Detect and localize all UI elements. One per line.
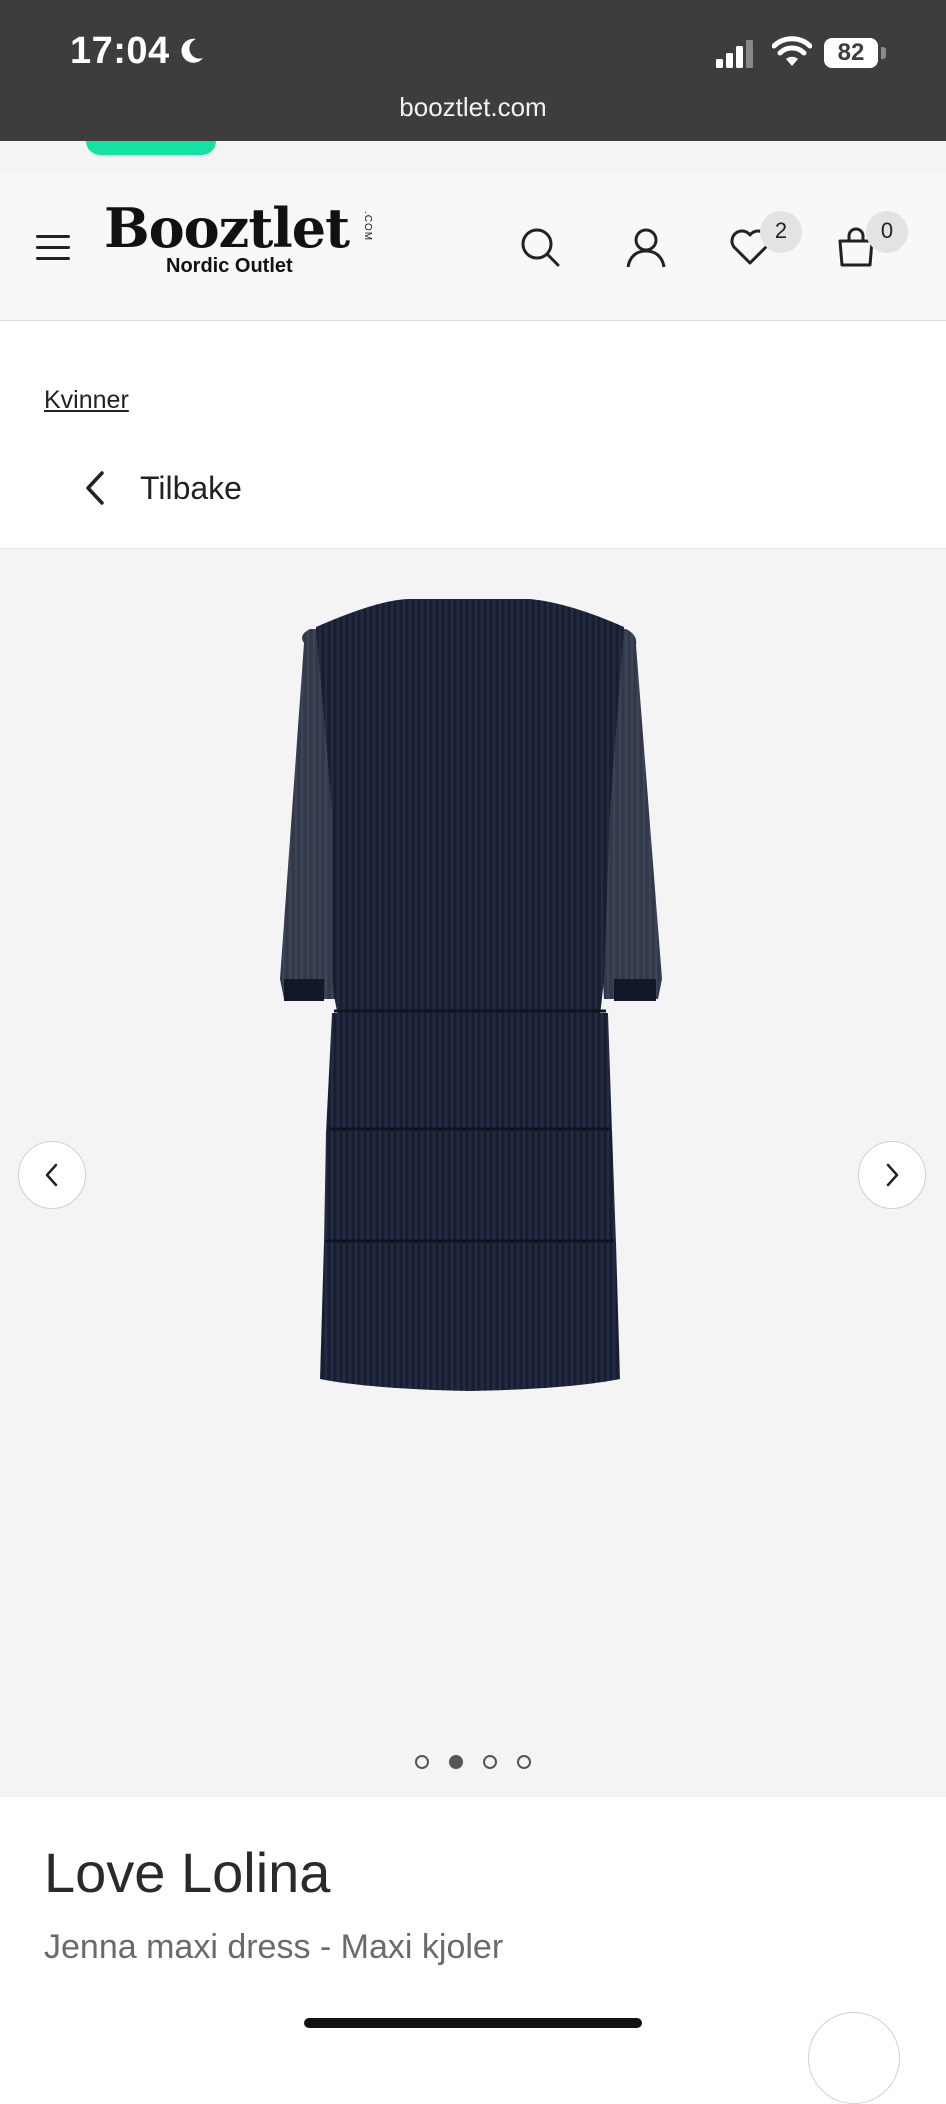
battery-indicator: 82	[824, 38, 878, 68]
product-image-dress	[280, 599, 662, 1391]
cellular-signal-icon	[716, 40, 753, 68]
wishlist-count-badge: 2	[760, 211, 802, 253]
menu-icon[interactable]	[36, 235, 70, 261]
account-icon[interactable]	[624, 225, 668, 269]
back-button[interactable]: Tilbake	[80, 463, 242, 513]
site-logo[interactable]: Booztlet .COM Nordic Outlet	[104, 196, 373, 278]
battery-tip	[881, 47, 886, 59]
gallery-dot[interactable]	[483, 1755, 497, 1769]
floating-action-button[interactable]	[808, 2012, 900, 2104]
search-icon[interactable]	[518, 225, 562, 269]
moon-icon	[181, 38, 203, 63]
product-brand[interactable]: Love Lolina	[44, 1840, 330, 1905]
gallery-dot[interactable]	[517, 1755, 531, 1769]
product-name: Jenna maxi dress - Maxi kjoler	[44, 1928, 504, 1966]
logo-wordmark: Booztlet	[104, 196, 350, 260]
product-image-gallery[interactable]	[0, 549, 946, 1797]
site-header: Booztlet .COM Nordic Outlet 2 0	[0, 175, 946, 321]
gallery-next-button[interactable]	[858, 1141, 926, 1209]
breadcrumb-link[interactable]: Kvinner	[44, 386, 129, 415]
status-time: 17:04	[70, 30, 170, 72]
chevron-right-icon	[886, 1163, 899, 1187]
gallery-dot-active[interactable]	[449, 1755, 463, 1769]
home-indicator	[304, 2018, 642, 2028]
browser-url[interactable]: booztlet.com	[0, 92, 946, 123]
chevron-left-icon	[45, 1163, 58, 1187]
gallery-prev-button[interactable]	[18, 1141, 86, 1209]
wifi-icon	[772, 36, 812, 66]
cart-count-badge: 0	[866, 211, 908, 253]
promo-button[interactable]	[86, 141, 216, 155]
status-bar: 17:04 82 booztlet.com	[0, 0, 946, 141]
gallery-pagination	[0, 1755, 946, 1769]
gallery-dot[interactable]	[415, 1755, 429, 1769]
back-label: Tilbake	[140, 469, 242, 506]
chevron-left-icon	[86, 471, 104, 505]
logo-suffix: .COM	[362, 211, 373, 242]
